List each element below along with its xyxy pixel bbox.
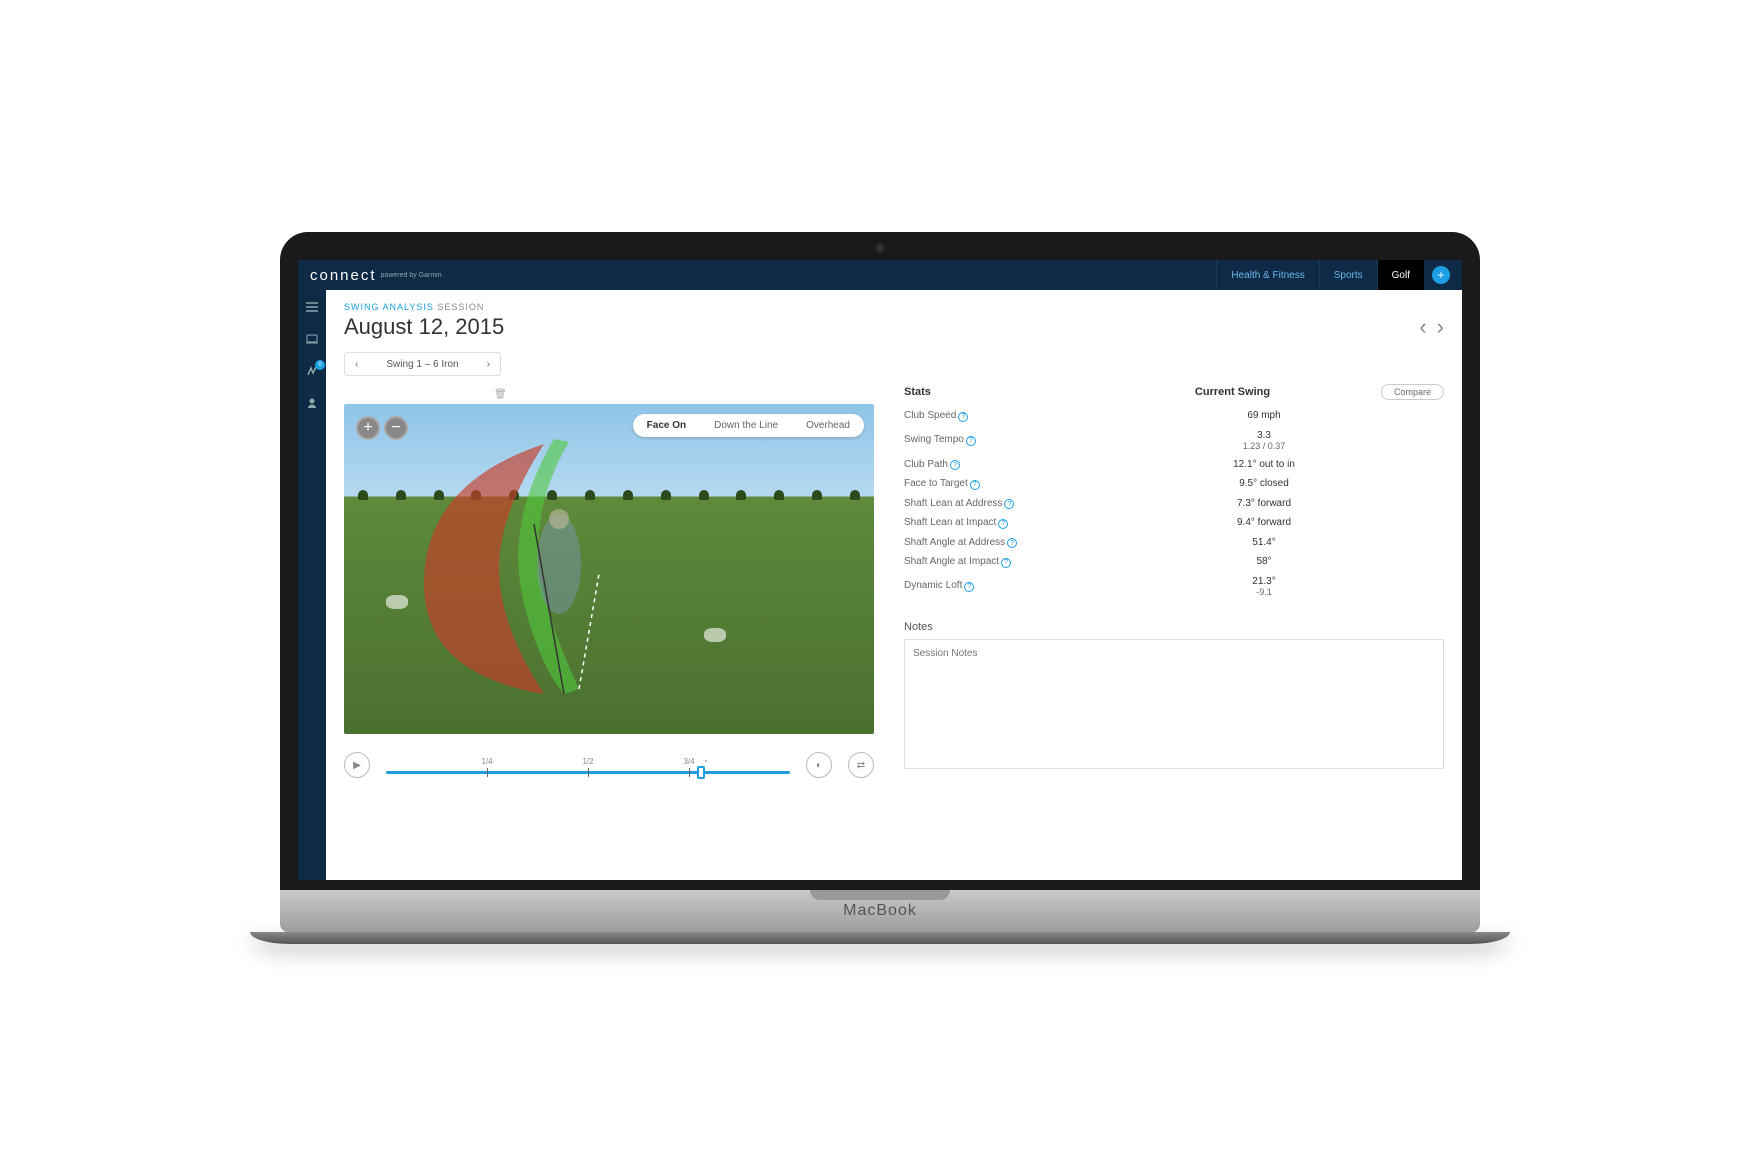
swing-selector: ‹ Swing 1 – 6 Iron › [344,352,501,376]
stats-header-current: Current Swing [1084,386,1381,398]
nav-sports[interactable]: Sports [1319,260,1377,290]
sidebar: 0 [298,290,326,880]
stat-label: Face to Target? [904,478,1084,490]
stat-subvalue: 1.23 / 0.37 [1084,441,1444,451]
stat-value: 7.3° forward [1084,498,1444,509]
zoom-in-icon[interactable]: + [356,416,380,440]
timeline-q1: 1/4 [481,757,492,766]
stat-row: Club Path?12.1° out to in [904,455,1444,475]
brand-tagline: powered by Garmin [381,272,442,279]
info-icon[interactable]: ? [966,436,976,446]
stat-label: Dynamic Loft? [904,580,1084,592]
device-icon[interactable] [305,332,319,346]
swing-label: Swing 1 – 6 Iron [368,359,476,370]
loop-button[interactable]: ⇄ [848,752,874,778]
stat-row: Face to Target?9.5° closed [904,474,1444,494]
stat-label: Shaft Angle at Impact? [904,556,1084,568]
app-screen: connect powered by Garmin Health & Fitne… [298,260,1462,880]
laptop-brand: MacBook [843,902,917,920]
add-button[interactable]: + [1432,266,1450,284]
stat-row: Shaft Angle at Impact?58° [904,552,1444,572]
topbar: connect powered by Garmin Health & Fitne… [298,260,1462,290]
prev-session-icon[interactable]: ‹ [1419,314,1426,340]
menu-icon[interactable] [305,300,319,314]
nav-golf[interactable]: Golf [1377,260,1424,290]
notes-textarea[interactable] [904,639,1444,769]
trash-icon[interactable]: 🗑 [494,389,507,400]
timeline-track[interactable] [386,771,790,774]
stat-subvalue: -9.1 [1084,587,1444,597]
compare-button[interactable]: Compare [1381,384,1444,400]
playback-timeline: ▶ 1/4 1/2 3/4 ◔ [344,752,874,778]
info-icon[interactable]: ? [1004,499,1014,509]
breadcrumb-section[interactable]: SWING ANALYSIS [344,302,434,312]
info-icon[interactable]: ? [958,412,968,422]
swing-visualization[interactable]: + − Face On Down the Line Overhead [344,404,874,734]
stat-label: Club Path? [904,459,1084,471]
tab-face-on[interactable]: Face On [633,414,700,437]
stats-header: Stats Current Swing Compare [904,384,1444,406]
timeline-marker-icon: ◔ [703,757,708,766]
profile-icon[interactable] [305,396,319,410]
notes-label: Notes [904,621,1444,633]
stat-value: 51.4° [1084,537,1444,548]
stat-row: Shaft Lean at Impact?9.4° forward [904,513,1444,533]
stat-value: 58° [1084,556,1444,567]
stat-row: Club Speed?69 mph [904,406,1444,426]
play-button[interactable]: ▶ [344,752,370,778]
stat-value: 3.31.23 / 0.37 [1084,430,1444,451]
stat-label: Shaft Angle at Address? [904,537,1084,549]
activity-badge: 0 [315,360,325,370]
brand-logo: connect [310,267,377,284]
stats-header-label: Stats [904,386,1084,398]
stat-value: 12.1° out to in [1084,459,1444,470]
info-icon[interactable]: ? [964,582,974,592]
info-icon[interactable]: ? [1001,558,1011,568]
timeline-handle[interactable] [697,766,705,779]
stat-label: Shaft Lean at Impact? [904,517,1084,529]
tab-overhead[interactable]: Overhead [792,414,864,437]
laptop-base: MacBook [280,890,1480,932]
timeline-q2: 1/2 [582,757,593,766]
laptop-frame: connect powered by Garmin Health & Fitne… [280,232,1480,944]
stat-value: 9.5° closed [1084,478,1444,489]
activity-icon[interactable]: 0 [305,364,319,378]
view-tabs: Face On Down the Line Overhead [633,414,864,437]
info-icon[interactable]: ? [1007,538,1017,548]
timeline-q3: 3/4 [683,757,694,766]
stat-label: Swing Tempo? [904,434,1084,446]
screen-bezel: connect powered by Garmin Health & Fitne… [280,232,1480,890]
info-icon[interactable]: ? [998,519,1008,529]
swing-arc-graphic [404,424,624,704]
breadcrumb-sub: SESSION [437,302,484,312]
next-session-icon[interactable]: › [1437,314,1444,340]
stat-label: Shaft Lean at Address? [904,498,1084,510]
stat-row: Shaft Angle at Address?51.4° [904,533,1444,553]
info-icon[interactable]: ? [950,460,960,470]
info-icon[interactable]: ? [970,480,980,490]
prev-swing-icon[interactable]: ‹ [345,359,368,370]
speed-button[interactable]: ◐ [806,752,832,778]
stat-value: 21.3°-9.1 [1084,576,1444,597]
tab-down-the-line[interactable]: Down the Line [700,414,792,437]
stats-table: Club Speed?69 mphSwing Tempo?3.31.23 / 0… [904,406,1444,601]
breadcrumb: SWING ANALYSIS SESSION [344,302,1444,312]
laptop-foot [250,932,1510,944]
stat-value: 69 mph [1084,410,1444,421]
stat-label: Club Speed? [904,410,1084,422]
stat-row: Dynamic Loft?21.3°-9.1 [904,572,1444,601]
stat-value: 9.4° forward [1084,517,1444,528]
nav-health-fitness[interactable]: Health & Fitness [1216,260,1318,290]
page-title: August 12, 2015 [344,314,504,340]
next-swing-icon[interactable]: › [477,359,500,370]
stat-row: Shaft Lean at Address?7.3° forward [904,494,1444,514]
main-content: SWING ANALYSIS SESSION August 12, 2015 ‹… [326,290,1462,880]
page-title-row: August 12, 2015 ‹ › [344,314,1444,340]
zoom-out-icon[interactable]: − [384,416,408,440]
camera-icon [876,244,884,252]
stat-row: Swing Tempo?3.31.23 / 0.37 [904,426,1444,455]
